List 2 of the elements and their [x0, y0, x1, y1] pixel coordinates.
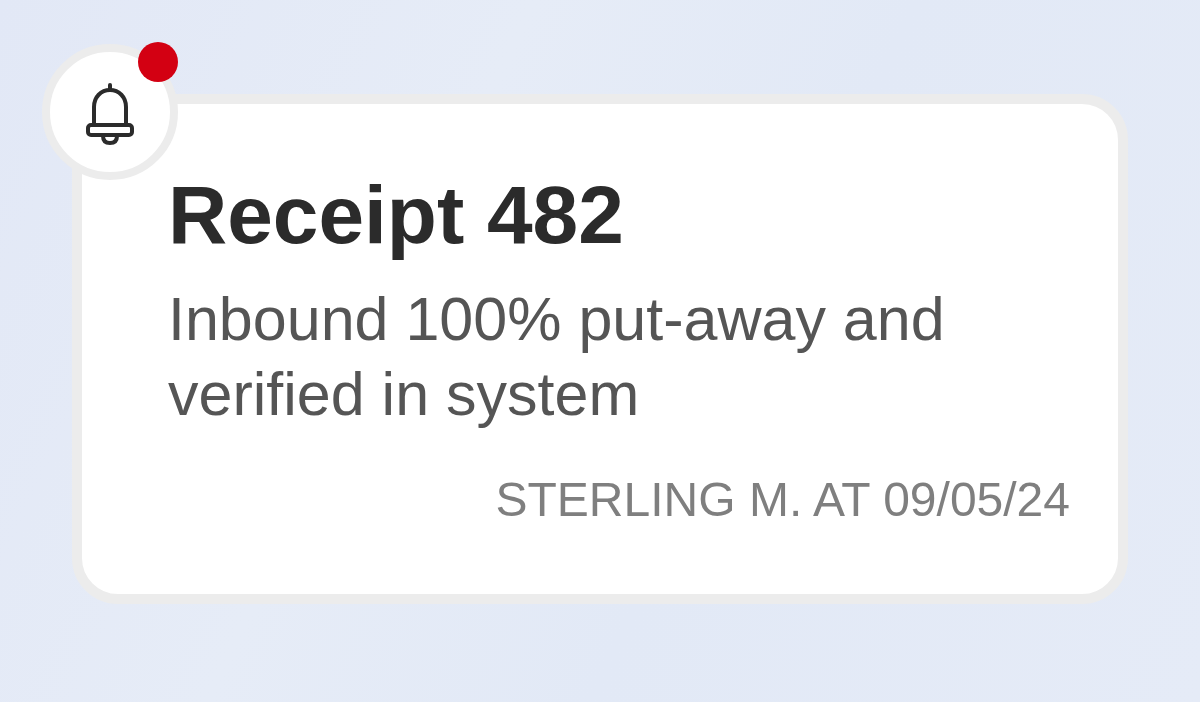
notification-footer: STERLING M. AT 09/05/24	[495, 476, 1070, 524]
notification-message: Inbound 100% put-away and verified in system	[168, 284, 946, 430]
